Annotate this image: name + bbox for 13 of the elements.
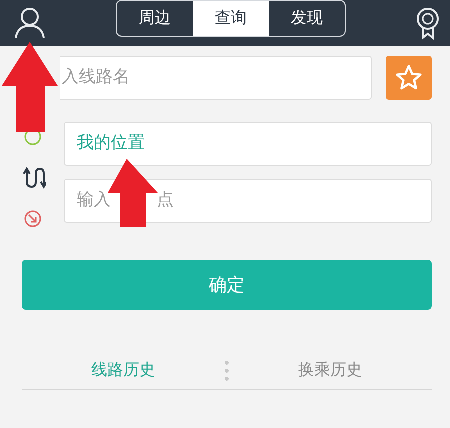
start-field[interactable]: 我的位置 (64, 122, 432, 166)
nav-tab[interactable]: 发现 (269, 0, 345, 36)
end-point-icon (24, 210, 42, 228)
history-tab[interactable]: 换乘历史 (298, 358, 362, 382)
end-field[interactable]: 输入 点 (64, 179, 432, 223)
medal-icon[interactable] (416, 6, 440, 40)
nav-tab[interactable]: 周边 (117, 0, 193, 36)
route-search-field[interactable]: 入线路名 (60, 56, 372, 100)
confirm-button[interactable]: 确定 (22, 260, 432, 310)
star-icon (395, 64, 423, 92)
nav-tab[interactable]: 查询 (193, 0, 269, 36)
history-tab[interactable]: 线路历史 (92, 358, 156, 382)
user-icon[interactable] (14, 6, 46, 40)
